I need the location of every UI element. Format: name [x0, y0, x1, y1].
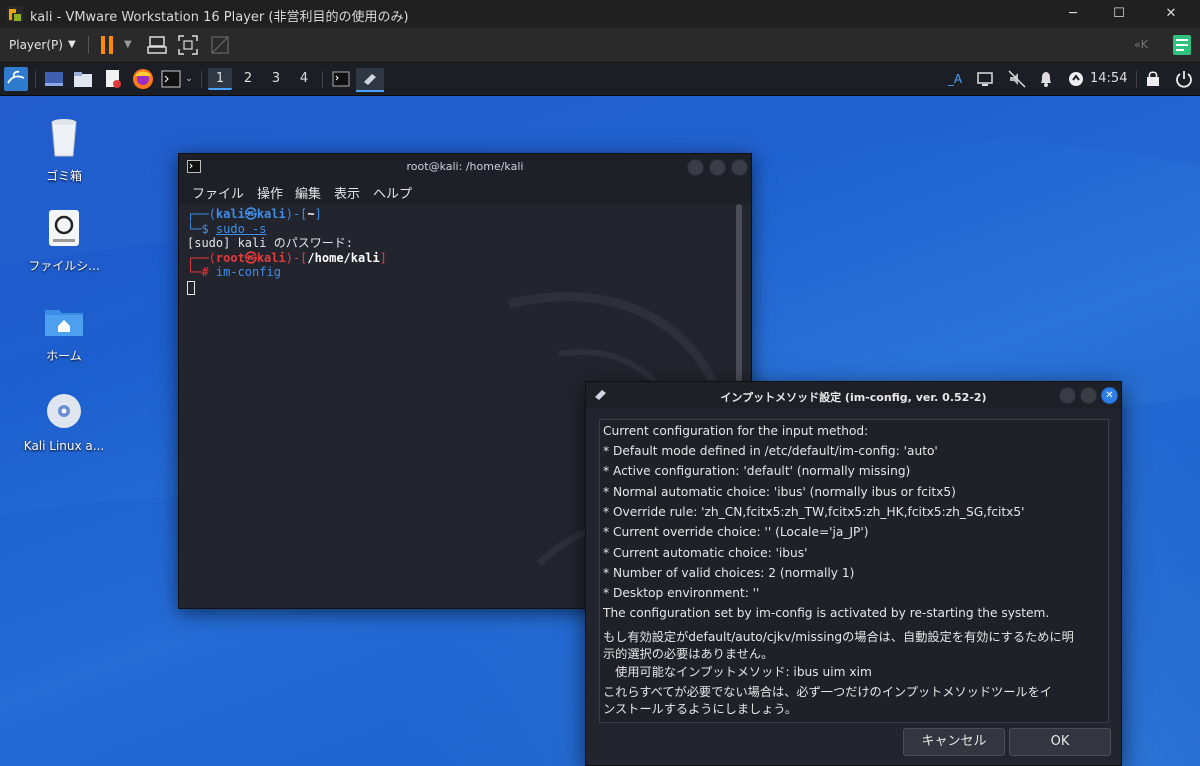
panel-clock[interactable]: 14:54: [1090, 68, 1127, 90]
kali-menu-icon[interactable]: [4, 67, 28, 91]
desktop-icon-kali-disc[interactable]: Kali Linux a...: [19, 392, 109, 453]
terminal-title: root@kali: /home/kali: [406, 160, 524, 173]
message-line: * Default mode defined in /etc/default/i…: [603, 444, 938, 458]
player-menu-chevron-down-icon[interactable]: ▼: [68, 34, 76, 56]
terminal-scrollbar-thumb[interactable]: [736, 204, 742, 384]
firefox-icon[interactable]: [132, 68, 154, 90]
file-manager-icon[interactable]: [73, 70, 93, 88]
workspace-1[interactable]: 1: [208, 68, 232, 90]
dialog-title-bar[interactable]: インプットメソッド設定 (im-config, ver. 0.52-2) ✕: [586, 382, 1121, 408]
library-icon[interactable]: [1172, 34, 1192, 56]
terminal-close-button[interactable]: [731, 159, 748, 176]
vmware-logo-icon: [7, 6, 23, 22]
fullscreen-icon[interactable]: [178, 35, 198, 55]
taskbar-im-config-window[interactable]: [356, 68, 384, 92]
send-ctrl-alt-del-icon[interactable]: [147, 35, 167, 55]
prompt-line-2: ┌──(root㉿kali)-[/home/kali]: [187, 250, 387, 265]
trash-icon: [51, 119, 77, 157]
workspace-2[interactable]: 2: [236, 68, 260, 90]
player-menu[interactable]: Player(P): [9, 34, 63, 56]
display-icon[interactable]: [977, 71, 993, 87]
workspace-3[interactable]: 3: [264, 68, 288, 90]
dialog-message-text[interactable]: Current configuration for the input meth…: [599, 419, 1109, 723]
message-line: * Current override choice: '' (Locale='j…: [603, 525, 869, 539]
dialog-close-button[interactable]: ✕: [1101, 387, 1118, 404]
menu-edit[interactable]: 編集: [295, 183, 321, 202]
disc-icon: [47, 394, 81, 428]
desktop-icon-label: ゴミ箱: [45, 169, 82, 183]
im-config-dialog[interactable]: インプットメソッド設定 (im-config, ver. 0.52-2) ✕ C…: [585, 381, 1122, 766]
terminal-minimize-button[interactable]: [687, 159, 704, 176]
window-title: kali - VMware Workstation 16 Player (非営利…: [30, 10, 409, 25]
menu-help[interactable]: ヘルプ: [373, 183, 412, 202]
menu-view[interactable]: 表示: [334, 183, 360, 202]
lock-screen-icon[interactable]: [1146, 70, 1160, 87]
message-line: ンストールするようにしましょう。: [603, 702, 798, 716]
message-line: Current configuration for the input meth…: [603, 424, 869, 438]
desktop-icon-label: ファイルシ...: [28, 259, 100, 273]
workspace-4[interactable]: 4: [292, 68, 316, 90]
kali-top-panel: ⌄ 1 2 3 4 _A 14:54: [0, 63, 1200, 96]
terminal-title-bar[interactable]: root@kali: /home/kali: [179, 154, 751, 180]
terminal-launcher-chevron-down-icon[interactable]: ⌄: [183, 68, 195, 90]
minimize-button[interactable]: ─: [1050, 2, 1096, 26]
pause-icon[interactable]: [100, 36, 116, 54]
menu-file[interactable]: ファイル: [192, 183, 244, 202]
menu-actions[interactable]: 操作: [257, 183, 283, 202]
terminal-cursor: [187, 281, 195, 295]
message-line: * Active configuration: 'default' (norma…: [603, 464, 911, 478]
message-line: * Override rule: 'zh_CN,fcitx5:zh_TW,fci…: [603, 505, 1025, 519]
ok-button[interactable]: OK: [1009, 728, 1111, 756]
command-line-2: └─# im-config: [187, 265, 281, 279]
message-line: * Number of valid choices: 2 (normally 1…: [603, 566, 855, 580]
power-icon[interactable]: [1175, 70, 1193, 88]
message-line: これらすべてが必要でない場合は、必ず一つだけのインプットメソッドツールをイ: [603, 685, 1052, 699]
close-button[interactable]: ✕: [1148, 2, 1194, 26]
power-manager-icon[interactable]: [1068, 71, 1084, 87]
cancel-button[interactable]: キャンセル: [903, 728, 1005, 756]
notifications-bell-icon[interactable]: [1038, 70, 1054, 88]
volume-muted-icon[interactable]: [1008, 70, 1026, 88]
home-folder-icon: [45, 310, 83, 336]
toolbar-divider: [88, 36, 89, 54]
pause-chevron-down-icon[interactable]: ▼: [124, 34, 132, 56]
dialog-maximize-button[interactable]: [1080, 387, 1097, 404]
message-line: The configuration set by im-config is ac…: [603, 606, 1050, 620]
message-line: * Normal automatic choice: 'ibus' (norma…: [603, 485, 956, 499]
desktop-icon-label: Kali Linux a...: [23, 439, 105, 453]
keyboard-tool-icon: [364, 74, 376, 85]
command-line-1: └─$ sudo -s: [187, 221, 267, 236]
message-line: * Desktop environment: '': [603, 586, 760, 600]
filesystem-icon: [49, 210, 79, 246]
terminal-menu-bar: ファイル 操作 編集 表示 ヘルプ: [179, 180, 751, 204]
dialog-title: インプットメソッド設定 (im-config, ver. 0.52-2): [720, 391, 987, 404]
dialog-minimize-button[interactable]: [1059, 387, 1076, 404]
keyboard-layout-indicator[interactable]: _A: [945, 68, 965, 90]
sudo-password-line: [sudo] kali のパスワード:: [187, 236, 353, 250]
desktop-icon-filesystem[interactable]: ファイルシ...: [19, 208, 109, 274]
prompt-line-1: ┌──(kali㉿kali)-[~]: [187, 207, 322, 221]
desktop-icon-home[interactable]: ホーム: [19, 306, 109, 364]
text-editor-icon[interactable]: [104, 69, 122, 89]
taskbar-terminal-window-icon[interactable]: [332, 71, 350, 87]
vmware-toolbar: Player(P) ▼ ▼ «K: [0, 28, 1200, 63]
terminal-launcher-icon[interactable]: [161, 70, 181, 88]
show-desktop-icon[interactable]: [44, 70, 64, 88]
desktop-icon-label: ホーム: [46, 349, 82, 363]
message-line: * Current automatic choice: 'ibus': [603, 546, 808, 560]
terminal-maximize-button[interactable]: [709, 159, 726, 176]
message-line: もし有効設定がdefault/auto/cjkv/missingの場合は、自動設…: [603, 630, 1074, 644]
message-line: 使用可能なインプットメソッド: ibus uim xim: [603, 665, 872, 679]
message-line: 示的選択の必要はありません。: [603, 647, 774, 661]
maximize-button[interactable]: ☐: [1096, 2, 1142, 26]
unity-icon: [211, 36, 229, 54]
vmware-title-bar: kali - VMware Workstation 16 Player (非営利…: [0, 0, 1200, 29]
desktop-icon-trash[interactable]: ゴミ箱: [19, 116, 109, 184]
collapse-icon[interactable]: «K: [1134, 34, 1148, 56]
